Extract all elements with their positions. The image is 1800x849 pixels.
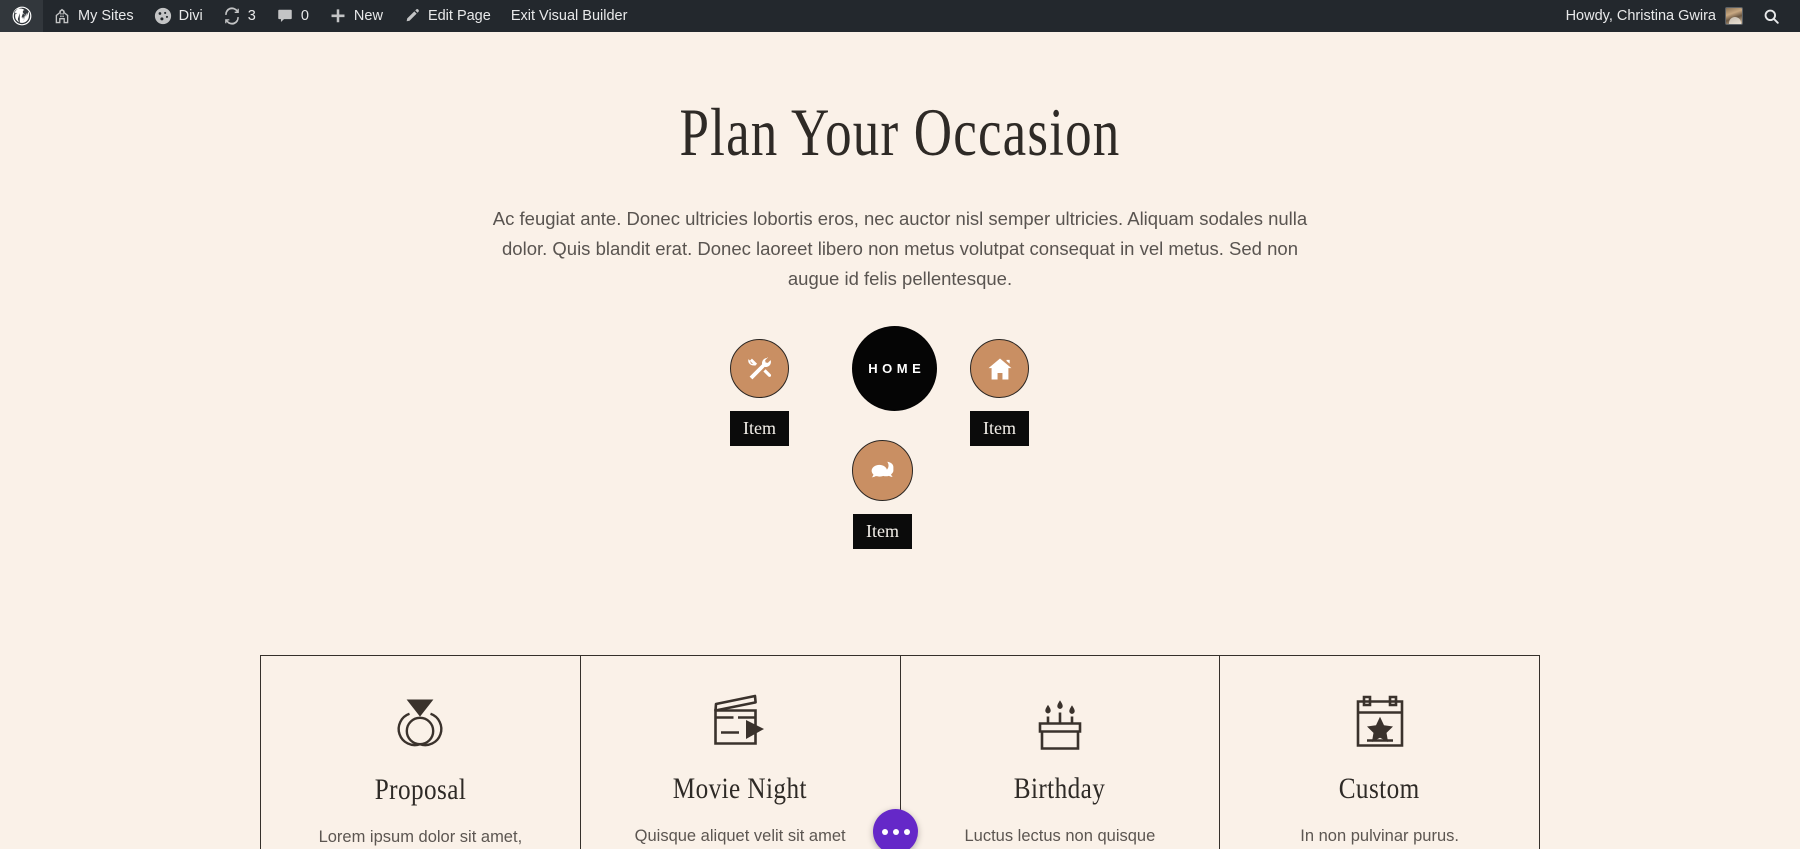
tooltip-label: Item	[730, 411, 789, 446]
divi-icon	[154, 7, 172, 25]
card-title: Custom	[1339, 772, 1421, 805]
tooltip-label: Item	[853, 514, 912, 549]
house-circle-button[interactable]	[970, 339, 1029, 398]
plus-icon	[329, 7, 347, 25]
comments-menu[interactable]: 0	[266, 0, 319, 32]
card-movie-night[interactable]: Movie Night Quisque aliquet velit sit am…	[581, 656, 901, 849]
card-title: Movie Night	[673, 772, 808, 805]
circle-nav-item-house[interactable]: Item	[970, 339, 1029, 446]
admin-bar-right-group: Howdy, Christina Gwira	[1556, 0, 1800, 32]
card-title: Birthday	[1014, 772, 1106, 805]
my-sites-menu[interactable]: My Sites	[43, 0, 144, 32]
more-options-button[interactable]	[873, 809, 918, 849]
chat-bubbles-icon	[868, 456, 897, 485]
admin-search-button[interactable]	[1753, 0, 1792, 32]
updates-menu[interactable]: 3	[213, 0, 266, 32]
card-text: In non pulvinar purus.	[1300, 827, 1459, 845]
circle-nav-item-tools[interactable]: Item	[730, 339, 789, 446]
dot	[892, 828, 899, 835]
pencil-icon	[403, 7, 421, 25]
tools-icon	[746, 355, 774, 383]
card-text: Quisque aliquet velit sit amet	[634, 827, 846, 845]
new-label: New	[353, 8, 383, 24]
circle-nav-item-home[interactable]: HOME	[852, 326, 937, 411]
circle-nav-item-chat[interactable]: Item	[852, 440, 913, 549]
comments-count: 0	[300, 8, 309, 24]
home-label: HOME	[868, 361, 926, 376]
clapperboard-icon	[706, 688, 774, 753]
page-canvas: Plan Your Occasion Ac feugiat ante. Done…	[0, 32, 1800, 849]
search-icon	[1763, 8, 1780, 25]
divi-label: Divi	[178, 8, 203, 24]
edit-page-label: Edit Page	[427, 8, 491, 24]
hero-paragraph: Ac feugiat ante. Donec ultricies loborti…	[492, 208, 1308, 289]
calendar-star-icon	[1349, 688, 1411, 753]
diamond-ring-icon	[389, 688, 451, 754]
updates-count: 3	[247, 8, 256, 24]
dot	[903, 828, 910, 835]
avatar	[1725, 7, 1743, 25]
my-sites-label: My Sites	[78, 8, 134, 24]
tooltip-label: Item	[970, 411, 1029, 446]
house-icon	[986, 355, 1014, 383]
card-text: Lorem ipsum dolor sit amet,	[318, 828, 523, 846]
account-menu[interactable]: Howdy, Christina Gwira	[1556, 0, 1753, 32]
card-custom[interactable]: Custom In non pulvinar purus.	[1220, 656, 1539, 849]
admin-bar-left-group: My Sites Divi 3 0 New Edit Page Exit Vis…	[0, 0, 637, 32]
updates-icon	[223, 7, 241, 25]
howdy-label: Howdy, Christina Gwira	[1565, 8, 1716, 24]
tools-circle-button[interactable]	[730, 339, 789, 398]
page-title: Plan Your Occasion	[679, 94, 1121, 170]
edit-page-link[interactable]: Edit Page	[393, 0, 501, 32]
new-content-menu[interactable]: New	[319, 0, 393, 32]
card-text: Luctus lectus non quisque	[964, 827, 1156, 845]
comment-icon	[276, 7, 294, 25]
dot	[881, 828, 888, 835]
card-title: Proposal	[374, 773, 467, 806]
divi-menu[interactable]: Divi	[144, 0, 213, 32]
card-birthday[interactable]: Birthday Luctus lectus non quisque	[901, 656, 1221, 849]
wp-admin-bar: My Sites Divi 3 0 New Edit Page Exit Vis…	[0, 0, 1800, 32]
card-proposal[interactable]: Proposal Lorem ipsum dolor sit amet,	[261, 656, 581, 849]
chat-circle-button[interactable]	[852, 440, 913, 501]
wordpress-logo-menu[interactable]	[0, 0, 43, 32]
exit-visual-builder-link[interactable]: Exit Visual Builder	[501, 0, 638, 32]
home-circle-button[interactable]: HOME	[852, 326, 937, 411]
birthday-cake-icon	[1028, 688, 1092, 753]
circle-nav: Item HOME Item Item	[730, 326, 1070, 573]
wordpress-icon	[12, 6, 32, 26]
sites-icon	[53, 7, 71, 25]
exit-visual-builder-label: Exit Visual Builder	[510, 8, 628, 24]
